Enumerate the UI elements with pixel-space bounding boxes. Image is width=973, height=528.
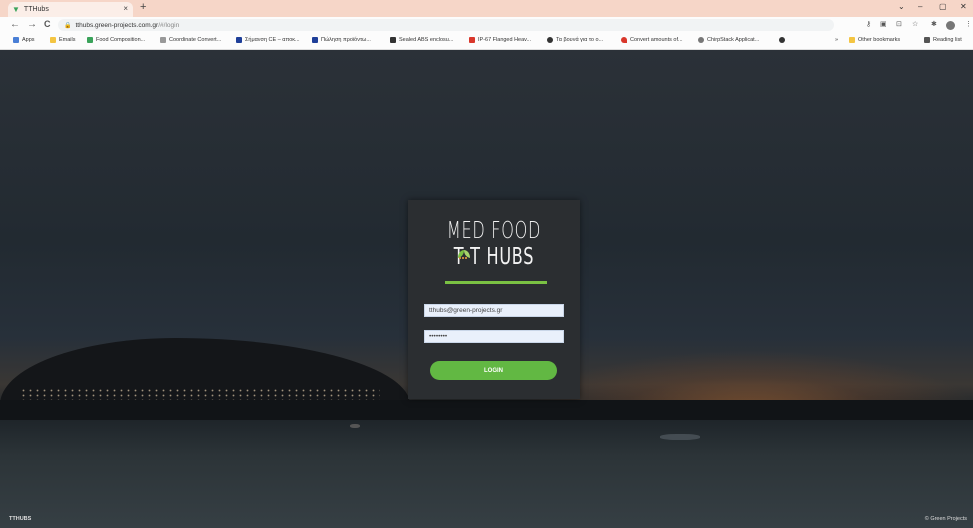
boat-image [350, 424, 360, 428]
tab-strip: ▼ TTHubs × + ⌄ – ▢ ✕ [0, 0, 973, 17]
maximize-button[interactable]: ▢ [939, 2, 947, 11]
store-icon [469, 37, 475, 43]
footer-copyright: © Green Projects [924, 516, 967, 522]
logo-text-line2: T T HUBS [453, 244, 535, 270]
password-field[interactable] [424, 330, 564, 343]
bookmark-food-composition[interactable]: Food Composition... [87, 37, 145, 43]
bookmark-emails[interactable]: Emails [50, 37, 76, 43]
bookmark-ce-marking[interactable]: Σήμανση CE – αποκ... [236, 37, 300, 43]
tab-close-icon[interactable]: × [123, 4, 128, 13]
bookmark-label: Reading list [933, 37, 962, 43]
url-host: tthubs.green-projects.com.gr [75, 21, 159, 29]
eu-flag-icon [236, 37, 242, 43]
translate-icon[interactable]: ⊡ [896, 20, 902, 28]
folder-icon [50, 37, 56, 43]
bookmark-sealed-abs[interactable]: Sealed ABS enclosu... [390, 37, 453, 43]
browser-tab[interactable]: ▼ TTHubs × [8, 2, 133, 17]
bookmark-convert-amounts[interactable]: Convert amounts of... [621, 37, 683, 43]
logo-text-line1: MED FOOD [446, 218, 542, 244]
login-card: MED FOOD T T HUBS LOGIN [408, 200, 580, 399]
avatar[interactable] [946, 21, 955, 30]
bookmark-coordinate-convert[interactable]: Coordinate Convert... [160, 37, 221, 43]
bookmark-star-icon[interactable]: ☆ [912, 20, 918, 28]
tthubs-favicon-icon: ▼ [12, 5, 20, 14]
logo-underline [445, 281, 547, 284]
bookmark-product-sales[interactable]: Πώληση προϊόντω... [312, 37, 371, 43]
bookmark-globe[interactable] [779, 37, 788, 43]
bookmark-apps[interactable]: Apps [13, 37, 35, 43]
extension-icon[interactable]: ▣ [880, 20, 887, 28]
other-bookmarks[interactable]: Other bookmarks [849, 37, 900, 43]
horizon-shore [0, 400, 973, 420]
food-icon [87, 37, 93, 43]
forward-button[interactable]: → [27, 19, 37, 30]
gear-icon [390, 37, 396, 43]
new-tab-button[interactable]: + [140, 1, 146, 13]
bookmark-ip67[interactable]: IP-67 Flanged Heav... [469, 37, 531, 43]
navigation-bar: ← → C 🔒 tthubs.green-projects.com.gr /#/… [0, 17, 973, 34]
bookmark-label: Emails [59, 37, 76, 43]
globe-icon [779, 37, 785, 43]
heart-icon [621, 37, 627, 43]
email-field[interactable] [424, 304, 564, 317]
bookmarks-bar: Apps Emails Food Composition... Coordina… [0, 34, 973, 50]
login-page: MED FOOD T T HUBS LOGIN TTHUBS © Green P… [0, 50, 973, 528]
menu-icon[interactable]: ⋮ [965, 20, 972, 28]
tab-search-icon[interactable]: ⌄ [898, 2, 905, 11]
minimize-button[interactable]: – [918, 2, 922, 11]
login-button[interactable]: LOGIN [430, 361, 557, 380]
bookmark-mountains[interactable]: Τα βουνά για το ο... [547, 37, 603, 43]
globe-icon [160, 37, 166, 43]
key-icon[interactable]: ⚷ [866, 20, 871, 28]
chirpstack-icon [698, 37, 704, 43]
bookmark-label: Other bookmarks [858, 37, 901, 43]
bookmark-label: Σήμανση CE – αποκ... [245, 37, 300, 43]
reading-list[interactable]: Reading list [924, 37, 962, 43]
leaf-logo-icon [458, 250, 470, 259]
boat-image [660, 434, 700, 440]
apps-icon [13, 37, 19, 43]
bookmark-label: Sealed ABS enclosu... [399, 37, 454, 43]
reading-list-icon [924, 37, 930, 43]
bookmark-label: Food Composition... [96, 37, 146, 43]
bookmark-label: Apps [22, 37, 35, 43]
globe-icon [547, 37, 553, 43]
back-button[interactable]: ← [10, 19, 20, 30]
bookmark-label: Convert amounts of... [630, 37, 683, 43]
folder-icon [849, 37, 855, 43]
bookmark-label: ChirpStack Applicat... [707, 37, 760, 43]
bookmark-label: Coordinate Convert... [169, 37, 222, 43]
bookmark-label: IP-67 Flanged Heav... [478, 37, 532, 43]
bookmark-label: Πώληση προϊόντω... [321, 37, 371, 43]
tab-title: TTHubs [23, 6, 49, 13]
bookmark-chirpstack[interactable]: ChirpStack Applicat... [698, 37, 759, 43]
lock-icon: 🔒 [64, 22, 72, 29]
url-path: /#/login [158, 21, 180, 29]
eu-flag-icon [312, 37, 318, 43]
bookmark-label: Τα βουνά για το ο... [556, 37, 604, 43]
footer-brand: TTHUBS [9, 516, 32, 522]
close-window-button[interactable]: ✕ [960, 2, 967, 11]
reload-button[interactable]: C [44, 19, 51, 29]
address-bar[interactable]: 🔒 tthubs.green-projects.com.gr /#/login [58, 19, 834, 31]
puzzle-icon[interactable]: ✱ [931, 20, 937, 28]
bookmarks-more[interactable]: » [835, 37, 838, 43]
